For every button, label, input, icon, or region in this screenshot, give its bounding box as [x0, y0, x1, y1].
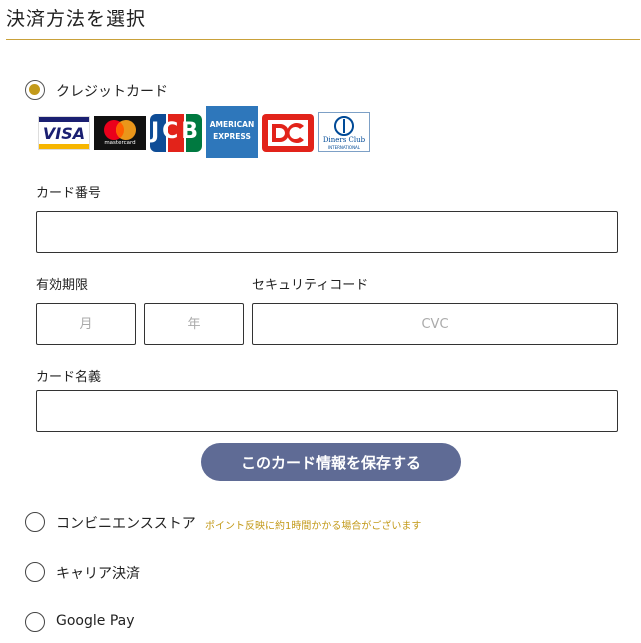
- cardholder-input[interactable]: [36, 390, 618, 432]
- save-card-button[interactable]: このカード情報を保存する: [201, 443, 461, 481]
- mastercard-logo-text: mastercard: [104, 140, 136, 146]
- expiry-year-input[interactable]: [144, 303, 244, 345]
- security-code-label: セキュリティコード: [252, 278, 369, 293]
- amex-logo-text-bottom: EXPRESS: [213, 132, 251, 141]
- radio-carrier-billing-label[interactable]: キャリア決済: [56, 563, 140, 583]
- radio-credit-card-label[interactable]: クレジットカード: [56, 81, 168, 101]
- visa-logo: VISA: [38, 116, 90, 150]
- diners-club-logo: Diners Club INTERNATIONAL: [318, 112, 370, 152]
- radio-google-pay-label[interactable]: Google Pay: [56, 613, 135, 629]
- diners-club-logo-text-bottom: INTERNATIONAL: [327, 145, 361, 150]
- convenience-store-note: ポイント反映に約1時間かかる場合がございます: [205, 521, 422, 532]
- jcb-logo-text: JCB: [150, 119, 202, 144]
- radio-carrier-billing[interactable]: [25, 562, 45, 582]
- title-divider: [6, 39, 640, 40]
- card-number-input[interactable]: [36, 211, 618, 253]
- expiry-month-input[interactable]: [36, 303, 136, 345]
- radio-convenience-store-label[interactable]: コンビニエンスストア: [56, 513, 196, 533]
- diners-club-logo-text-top: Diners Club: [322, 136, 366, 144]
- amex-logo-text-top: AMERICAN: [209, 120, 255, 129]
- page-title: 決済方法を選択: [6, 8, 147, 30]
- visa-logo-text: VISA: [42, 124, 86, 143]
- radio-google-pay[interactable]: [25, 612, 45, 632]
- radio-credit-card[interactable]: [25, 80, 45, 100]
- dc-logo: [262, 114, 314, 152]
- mastercard-logo: mastercard: [94, 116, 146, 150]
- jcb-logo: JCB: [150, 114, 202, 152]
- radio-convenience-store[interactable]: [25, 512, 45, 532]
- security-code-input[interactable]: [252, 303, 618, 345]
- expiry-label: 有効期限: [36, 278, 89, 293]
- card-number-label: カード番号: [36, 186, 102, 201]
- cardholder-label: カード名義: [36, 370, 102, 385]
- amex-logo: AMERICAN EXPRESS: [206, 106, 258, 158]
